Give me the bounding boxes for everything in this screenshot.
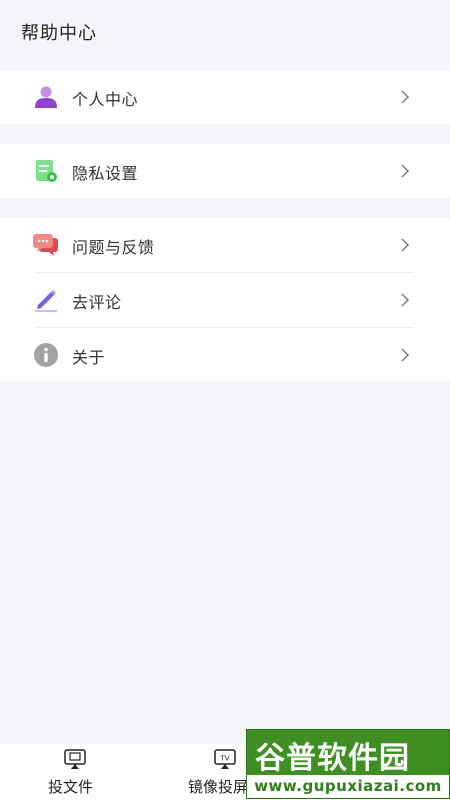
menu-item-feedback[interactable]: 问题与反馈 xyxy=(0,218,450,272)
menu-item-personal-center[interactable]: 个人中心 xyxy=(0,70,450,124)
page-title: 帮助中心 xyxy=(21,23,97,44)
tv-cast-icon: TV xyxy=(214,749,236,769)
chevron-right-icon xyxy=(401,164,409,178)
pen-icon xyxy=(35,290,57,312)
tab-label: 镜像投屏 xyxy=(188,778,249,796)
watermark-url: www.gupuxiazai.com xyxy=(247,775,449,798)
person-icon xyxy=(35,86,57,108)
menu-item-label: 个人中心 xyxy=(72,90,139,109)
menu-item-label: 问题与反馈 xyxy=(72,238,155,257)
header-bar: 帮助中心 xyxy=(0,0,450,62)
menu-item-privacy-settings[interactable]: 隐私设置 xyxy=(0,144,450,198)
settings-group-account: 个人中心 xyxy=(0,70,450,124)
menu-item-label: 关于 xyxy=(72,348,106,367)
menu-item-about[interactable]: 关于 xyxy=(0,328,450,382)
menu-item-review[interactable]: 去评论 xyxy=(0,273,450,327)
chevron-right-icon xyxy=(401,238,409,252)
settings-group-support: 问题与反馈 去评论 关于 xyxy=(0,218,450,381)
watermark-logo: 谷普软件园 www.gupuxiazai.com xyxy=(246,729,450,799)
menu-item-label: 隐私设置 xyxy=(72,164,139,183)
info-icon xyxy=(34,343,58,367)
chevron-right-icon xyxy=(401,348,409,362)
settings-group-privacy: 隐私设置 xyxy=(0,144,450,198)
svg-text:TV: TV xyxy=(219,755,229,763)
tab-file-cast[interactable]: 投文件 xyxy=(15,744,135,800)
privacy-settings-icon xyxy=(36,160,57,182)
tab-label: 投文件 xyxy=(48,778,94,796)
chevron-right-icon xyxy=(401,90,409,104)
chevron-right-icon xyxy=(401,293,409,307)
menu-item-label: 去评论 xyxy=(72,293,122,312)
feedback-chat-icon xyxy=(33,234,58,256)
watermark-title: 谷普软件园 xyxy=(255,741,410,776)
file-cast-icon xyxy=(64,749,86,769)
